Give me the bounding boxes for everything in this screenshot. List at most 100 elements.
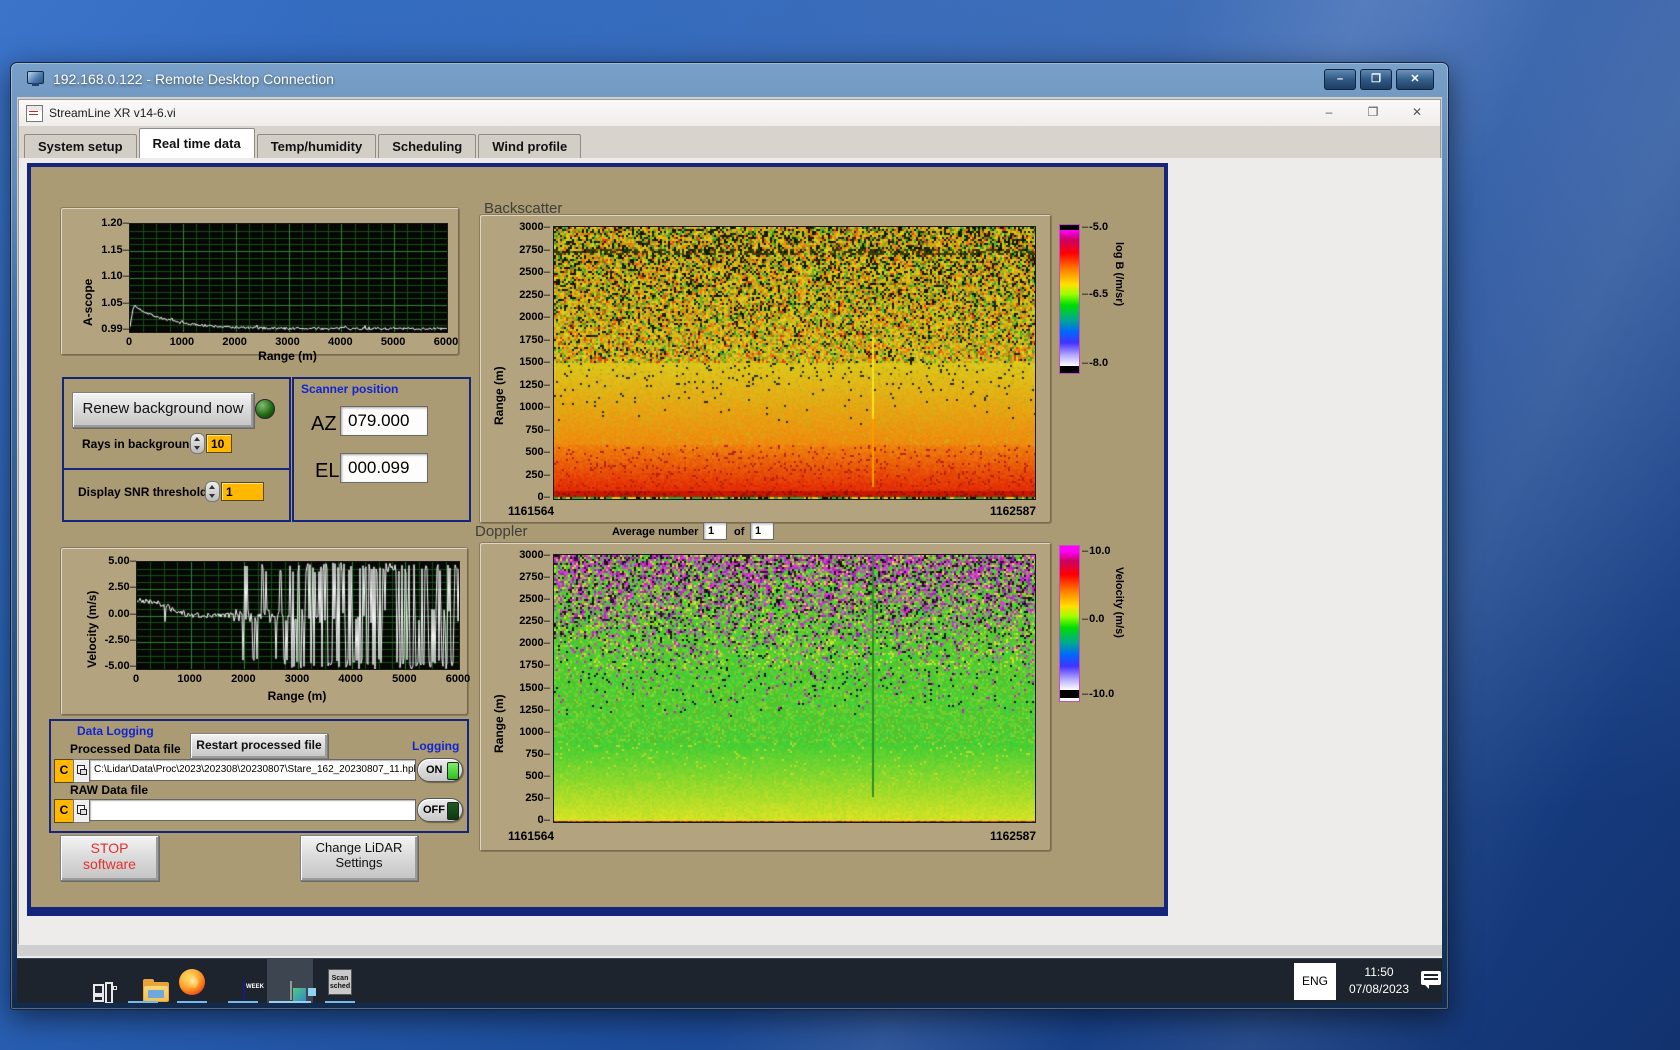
remote-session-viewport: StreamLine XR v14-6.vi – ❐ ✕ System setu… [17, 97, 1442, 1003]
doppler-ytick-labels: 3000275025002250200017501500125010007505… [504, 555, 548, 820]
remote-taskbar: WEEK Scan sched ENG 11:50 0 [17, 958, 1442, 1003]
ascope-ytick-labels: 1.201.151.101.050.99 [91, 223, 127, 329]
language-indicator[interactable]: ENG [1294, 963, 1336, 1000]
app-window-title: StreamLine XR v14-6.vi [49, 106, 176, 120]
front-panel-area: A-scope 1.201.151.101.050.99 01000200030… [19, 158, 1442, 945]
ascope-xtick-labels: 0100020003000400050006000 [129, 336, 446, 350]
week-planner-icon: WEEK [243, 981, 245, 1000]
el-label: EL [315, 460, 339, 483]
tray-date: 07/08/2023 [1341, 981, 1417, 998]
rdp-minimize-button[interactable]: – [1324, 69, 1356, 90]
raw-drive-letter[interactable]: C [54, 799, 74, 823]
week-planner-button[interactable]: WEEK [220, 959, 266, 1003]
streamline-app-window: StreamLine XR v14-6.vi – ❐ ✕ System setu… [18, 99, 1441, 944]
snr-threshold-spinner[interactable] [205, 481, 220, 502]
restart-processed-file-button[interactable]: Restart processed file [190, 733, 328, 759]
change-lidar-line1: Change LiDAR [301, 840, 417, 855]
streamline-running-indicator [269, 1001, 311, 1003]
scan-scheduler-button[interactable]: Scan sched [317, 959, 363, 1003]
backscatter-ytick-labels: 3000275025002250200017501500125010007505… [504, 227, 548, 497]
file-explorer-running-indicator [128, 1001, 158, 1003]
raw-data-file-label: RAW Data file [70, 783, 148, 797]
average-of-label: of [734, 526, 744, 538]
velocity-graph-frame: Velocity (m/s) 5.002.500.00-2.50-5.00 01… [60, 547, 469, 716]
scan-icon-line1: Scan [329, 975, 351, 983]
average-number-value[interactable]: 1 [703, 522, 727, 540]
remote-desktop-icon [27, 71, 45, 87]
raw-browse-icon[interactable] [73, 799, 90, 823]
raw-path-field[interactable] [89, 799, 416, 821]
rdp-close-button[interactable]: ✕ [1396, 69, 1434, 90]
snr-threshold-label: Display SNR threshold [78, 485, 207, 499]
az-value-field[interactable]: 079.000 [340, 406, 428, 436]
doppler-heatmap [553, 554, 1036, 823]
tab-real-time-data[interactable]: Real time data [139, 128, 255, 158]
stop-software-button[interactable]: STOP software [60, 835, 159, 881]
processed-path-field[interactable]: C:\Lidar\Data\Proc\2023\202308\20230807\… [89, 759, 416, 781]
processed-drive-letter[interactable]: C [54, 759, 74, 783]
ascope-plot [129, 223, 448, 333]
streamline-taskbar-button[interactable] [267, 959, 313, 1003]
notification-icon-lines [1424, 974, 1438, 982]
scanner-position-title: Scanner position [301, 382, 398, 396]
tab-wind-profile[interactable]: Wind profile [478, 134, 581, 158]
scan-icon-line2: sched [329, 983, 351, 991]
velocity-xlabel: Range (m) [136, 689, 458, 703]
logging-label: Logging [412, 739, 459, 753]
app-minimize-button[interactable]: – [1316, 103, 1342, 121]
stop-software-line1: STOP [61, 840, 158, 856]
processed-logging-toggle[interactable]: ON [417, 758, 463, 782]
backscatter-heatmap [553, 226, 1036, 500]
stop-software-line2: software [61, 856, 158, 872]
renew-background-led [255, 399, 275, 419]
doppler-cb-tick-min: -10.0 [1082, 688, 1114, 700]
processed-data-file-label: Processed Data file [70, 742, 181, 756]
data-logging-title: Data Logging [77, 724, 154, 738]
data-logging-box: Data Logging Processed Data file Restart… [49, 719, 469, 833]
average-of-total[interactable]: 1 [750, 522, 774, 540]
backscatter-cb-tick-min: -8.0 [1082, 357, 1108, 369]
task-view-button[interactable] [70, 959, 116, 1003]
backscatter-cb-tick-max: -5.0 [1082, 221, 1108, 233]
raw-logging-toggle[interactable]: OFF [417, 798, 463, 822]
front-panel: A-scope 1.201.151.101.050.99 01000200030… [27, 163, 1168, 916]
backscatter-colorbar-label: log B (/m/sr) [1113, 242, 1125, 362]
doppler-x-end: 1162587 [954, 829, 1036, 843]
firefox-running-indicator [177, 1001, 207, 1003]
processed-toggle-label: ON [426, 764, 443, 776]
rays-in-background-spinner[interactable] [190, 433, 205, 454]
az-label: AZ [311, 413, 337, 436]
velocity-plot [136, 561, 460, 670]
desktop-background: 192.168.0.122 - Remote Desktop Connectio… [0, 0, 1680, 1050]
tab-system-setup[interactable]: System setup [24, 134, 137, 158]
change-lidar-line2: Settings [301, 855, 417, 870]
app-titlebar[interactable]: StreamLine XR v14-6.vi – ❐ ✕ [19, 100, 1440, 127]
rdp-maximize-button[interactable]: ❐ [1360, 69, 1392, 90]
tray-clock[interactable]: 11:50 07/08/2023 [1341, 964, 1417, 998]
scanner-position-box: Scanner position AZ 079.000 EL 000.099 [292, 377, 471, 522]
processed-browse-icon[interactable] [73, 759, 90, 783]
doppler-cb-tick-mid: 0.0 [1082, 613, 1104, 625]
rdp-titlebar[interactable]: 192.168.0.122 - Remote Desktop Connectio… [11, 63, 1448, 97]
backscatter-x-start: 1161564 [508, 504, 554, 518]
notification-center-button[interactable] [1421, 971, 1442, 989]
tab-temp-humidity[interactable]: Temp/humidity [257, 134, 376, 158]
app-restore-button[interactable]: ❐ [1360, 103, 1386, 121]
firefox-icon [179, 969, 205, 995]
renew-background-button[interactable]: Renew background now [72, 392, 254, 428]
tab-scheduling[interactable]: Scheduling [378, 134, 476, 158]
backscatter-graph-frame: Range (m) 300027502500225020001750150012… [479, 214, 1052, 524]
backscatter-colorbar [1059, 224, 1080, 374]
snr-threshold-value[interactable]: 1 [221, 482, 264, 501]
doppler-cb-tick-max: 10.0 [1082, 545, 1111, 557]
el-value-field[interactable]: 000.099 [340, 453, 428, 483]
rays-in-background-label: Rays in background [82, 437, 197, 451]
raw-toggle-label: OFF [423, 804, 445, 816]
vi-app-icon [26, 105, 43, 122]
firefox-button[interactable] [169, 959, 215, 1003]
rays-in-background-value[interactable]: 10 [206, 434, 232, 453]
app-close-button[interactable]: ✕ [1404, 103, 1430, 121]
processed-toggle-lamp [447, 762, 459, 780]
file-explorer-button[interactable] [120, 959, 166, 1003]
change-lidar-settings-button[interactable]: Change LiDAR Settings [300, 835, 418, 881]
